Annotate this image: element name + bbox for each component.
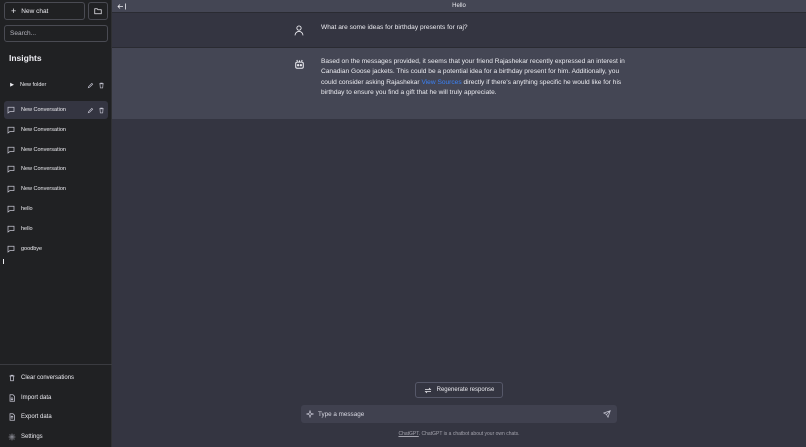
message-composer (301, 405, 617, 423)
chat-bubble-icon (7, 186, 15, 193)
file-export-icon (9, 413, 15, 422)
conversation-item[interactable]: New Conversation (4, 180, 108, 198)
trash-icon[interactable] (98, 107, 105, 114)
conversation-list: New Conversation New Conversation New Co… (4, 101, 108, 259)
view-sources-link[interactable]: View Sources (421, 79, 461, 86)
folder-item[interactable]: ▶ New folder (4, 77, 108, 93)
conversation-item[interactable]: New Conversation (4, 121, 108, 139)
conversation-label: goodbye (21, 245, 43, 252)
conversation-title: Hello (452, 3, 466, 9)
settings-label: Settings (21, 434, 43, 441)
chat-bubble-icon (7, 146, 15, 154)
chat-bubble-icon (7, 245, 15, 253)
assistant-avatar (293, 58, 305, 70)
chat-bubble-icon (7, 225, 15, 233)
clear-conversations-button[interactable]: Clear conversations (0, 368, 112, 388)
user-message: What are some ideas for birthday present… (112, 13, 806, 48)
conversation-item[interactable]: New Conversation (4, 101, 108, 119)
robot-icon (294, 59, 304, 69)
caret-right-icon: ▶ (10, 82, 14, 88)
trash-icon[interactable] (98, 82, 105, 89)
send-button[interactable] (597, 410, 617, 418)
user-icon (294, 24, 304, 35)
sidebar-footer: Clear conversations Import data Export d… (0, 364, 112, 447)
sidebar-resize-handle[interactable] (3, 259, 4, 264)
regenerate-label: Regenerate response (436, 387, 495, 393)
plus-icon: + (11, 5, 17, 16)
main-panel: Hello What are some ideas for birthday p… (112, 0, 806, 447)
file-import-icon (9, 394, 15, 402)
conversation-label: New Conversation (21, 186, 66, 193)
chat-bubble-icon (7, 106, 15, 114)
new-chat-button[interactable]: + New chat (4, 2, 85, 20)
gear-icon (8, 434, 16, 441)
chat-bubble-icon (7, 166, 15, 174)
section-title: Insights (9, 53, 42, 63)
conversation-label: hello (21, 225, 33, 232)
arrow-left-bar-icon (117, 3, 126, 10)
conversation-item[interactable]: New Conversation (4, 141, 108, 159)
conversation-item[interactable]: hello (4, 200, 108, 218)
settings-button[interactable]: Settings (0, 427, 112, 447)
refresh-icon (424, 387, 432, 393)
message-input[interactable] (318, 405, 597, 423)
send-icon (603, 410, 611, 418)
footer-note-text: . ChatGPT is a chatbot about your own ch… (418, 431, 520, 437)
regenerate-response-button[interactable]: Regenerate response (415, 382, 503, 398)
search-input[interactable] (4, 25, 108, 42)
conversation-label: hello (21, 205, 33, 212)
conversation-label: New Conversation (21, 107, 66, 113)
conversation-label: New Conversation (21, 166, 66, 173)
assistant-message: Based on the messages provided, it seems… (112, 48, 806, 119)
collapse-sidebar-button[interactable] (117, 1, 127, 12)
user-message-text: What are some ideas for birthday present… (321, 24, 468, 31)
conversation-item[interactable]: goodbye (4, 240, 108, 258)
new-folder-button[interactable] (88, 2, 108, 20)
conversation-label: New Conversation (21, 146, 66, 153)
pencil-icon[interactable] (87, 107, 94, 114)
assistant-message-text: Based on the messages provided, it seems… (321, 57, 633, 98)
top-bar: Hello (112, 0, 806, 13)
sparkle-icon[interactable] (301, 410, 318, 418)
conversation-item[interactable]: New Conversation (4, 160, 108, 178)
export-data-button[interactable]: Export data (0, 408, 112, 428)
trash-icon (9, 374, 15, 382)
user-avatar (293, 24, 305, 36)
import-data-button[interactable]: Import data (0, 388, 112, 408)
folder-label: New folder (20, 82, 47, 88)
new-chat-label: New chat (21, 7, 49, 15)
conversation-item[interactable]: hello (4, 220, 108, 238)
chatgpt-link[interactable]: ChatGPT (398, 431, 418, 437)
chat-bubble-icon (7, 126, 15, 134)
folder-plus-icon (94, 8, 102, 15)
pencil-icon[interactable] (87, 82, 94, 89)
clear-conversations-label: Clear conversations (21, 374, 75, 381)
conversation-label: New Conversation (21, 126, 66, 133)
export-data-label: Export data (21, 414, 52, 421)
import-data-label: Import data (21, 394, 52, 401)
sidebar: + New chat Insights ▶ New folder New Con… (0, 0, 112, 447)
footer-note: ChatGPT. ChatGPT is a chatbot about your… (301, 431, 617, 437)
chat-bubble-icon (7, 205, 15, 213)
